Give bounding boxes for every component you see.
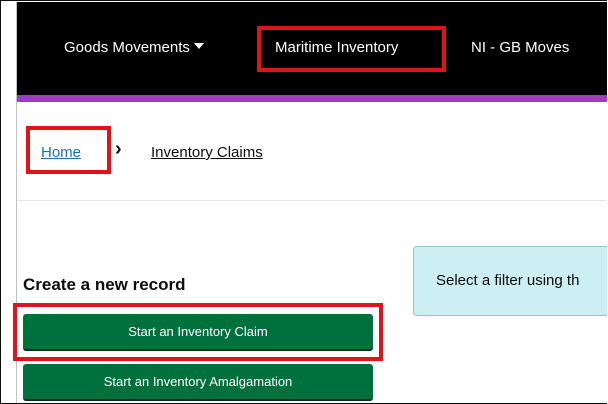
nav-goods-movements[interactable]: Goods Movements xyxy=(64,39,204,56)
page-frame: Goods Movements Maritime Inventory NI - … xyxy=(0,0,607,404)
start-claim-highlight xyxy=(13,303,383,361)
divider xyxy=(17,200,607,201)
start-inventory-amalgamation-label: Start an Inventory Amalgamation xyxy=(103,374,293,389)
create-record-heading: Create a new record xyxy=(23,275,186,294)
caret-down-icon xyxy=(193,43,204,50)
nav-ni-gb-moves[interactable]: NI - GB Moves xyxy=(471,39,569,56)
accent-bar xyxy=(16,95,607,102)
filter-info-panel: Select a filter using th xyxy=(413,246,607,316)
home-highlight xyxy=(26,126,111,174)
start-inventory-amalgamation-button[interactable]: Start an Inventory Amalgamation xyxy=(23,364,373,401)
nav-ni-gb-moves-label: NI - GB Moves xyxy=(471,39,570,56)
filter-info-text: Select a filter using th xyxy=(436,272,580,289)
nav-goods-movements-label: Goods Movements xyxy=(64,39,190,56)
breadcrumb-inventory-claims-link[interactable]: Inventory Claims xyxy=(151,144,263,161)
breadcrumb-chevron-icon: › xyxy=(115,138,122,160)
maritime-inventory-highlight xyxy=(257,26,446,72)
